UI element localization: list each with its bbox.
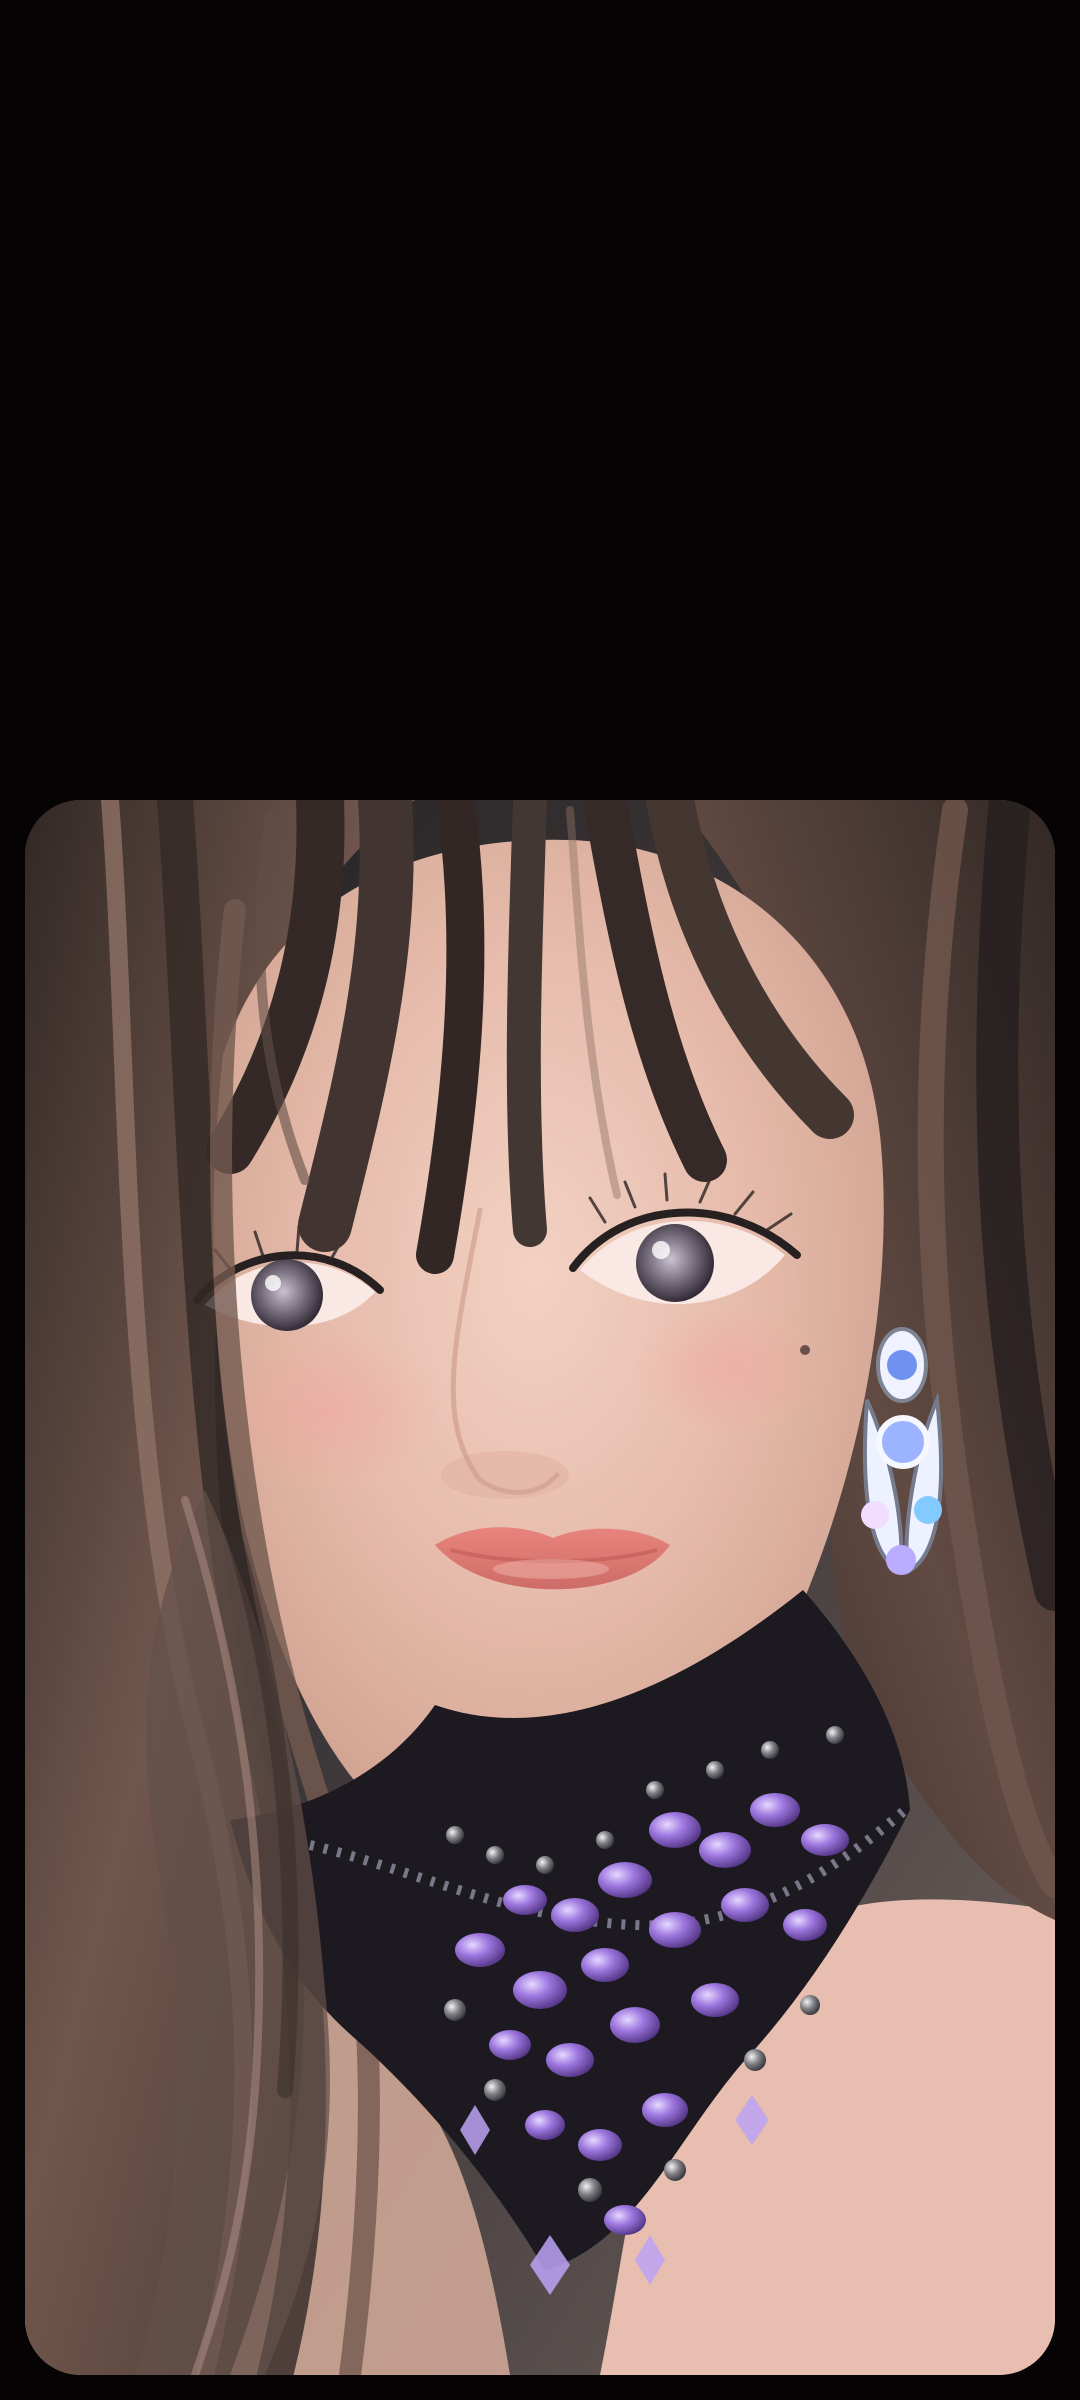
portrait-photo — [25, 800, 1055, 2375]
empty-top-area — [0, 0, 1080, 800]
wallpaper-screen — [0, 0, 1080, 2400]
portrait-photo-card[interactable] — [25, 800, 1055, 2375]
